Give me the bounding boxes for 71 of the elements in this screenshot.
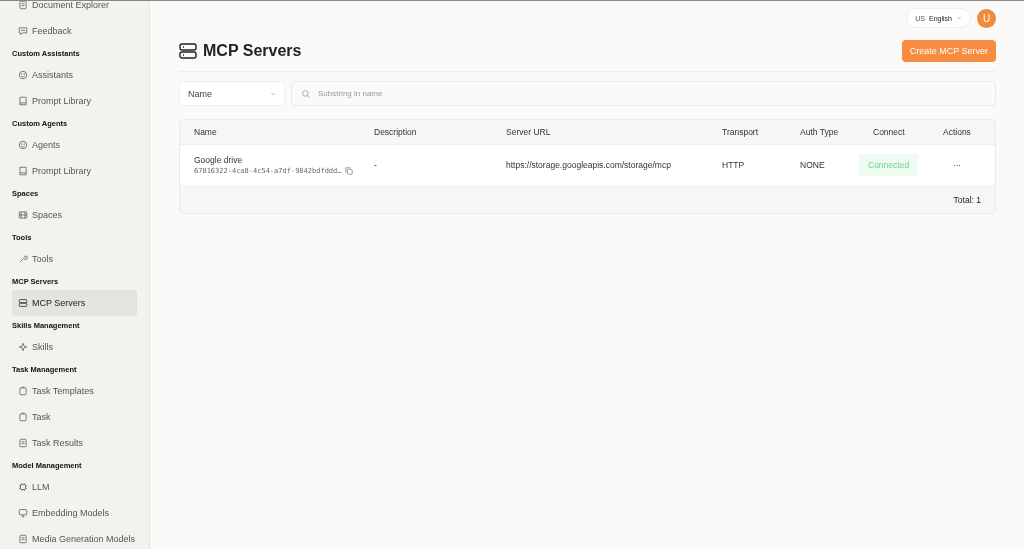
sidebar-item[interactable]: Assistants	[12, 62, 137, 88]
item-label: MCP Servers	[32, 298, 86, 308]
column-header: Connect	[872, 127, 906, 137]
column-header: Auth Type	[799, 127, 840, 137]
clipboard-icon	[18, 386, 28, 396]
status-badge: Connected	[859, 154, 919, 176]
table-cell-text: NONE	[799, 160, 826, 170]
item-label: Task Results	[32, 438, 84, 448]
caret-icon	[270, 90, 276, 97]
item-label: Prompt Library	[32, 166, 92, 176]
item-label: Document Explorer	[32, 1, 110, 10]
sidebar-item[interactable]: MCP Servers	[12, 290, 137, 316]
column-header: Actions	[942, 127, 972, 137]
search-field[interactable]: Substring in name	[291, 81, 996, 106]
smiley-icon	[18, 70, 28, 80]
document-icon	[18, 438, 28, 448]
column-header: Description	[373, 127, 418, 137]
sidebar-item[interactable]: LLM	[12, 474, 137, 500]
sidebar-item[interactable]: Feedback	[12, 18, 137, 44]
item-label: LLM	[32, 482, 50, 492]
column-header: Server URL	[505, 127, 552, 137]
item-label: Agents	[32, 140, 61, 150]
copy-icon[interactable]	[344, 167, 353, 175]
sidebar-item[interactable]: Task	[12, 404, 137, 430]
sidebar-item[interactable]: Media Generation Models	[12, 526, 137, 549]
book-icon	[18, 166, 28, 176]
wrench-icon	[18, 254, 28, 264]
sidebar-item[interactable]: Tools	[12, 246, 137, 272]
book-icon	[18, 96, 28, 106]
film-icon	[18, 210, 28, 220]
column-header: Name	[193, 127, 218, 137]
item-label: Prompt Library	[32, 96, 92, 106]
item-label: Feedback	[32, 26, 72, 36]
item-label: Tools	[32, 254, 53, 264]
more-button[interactable]: ···	[929, 159, 961, 171]
smiley-icon	[18, 140, 28, 150]
document-icon	[18, 1, 28, 10]
total-count: Total: 1	[953, 195, 981, 207]
caret-icon	[956, 15, 962, 21]
sidebar-item[interactable]: Document Explorer	[12, 1, 137, 18]
sidebar-item[interactable]: Task Templates	[12, 378, 137, 404]
sidebar-item[interactable]: Agents	[12, 132, 137, 158]
sidebar-item[interactable]: Embedding Models	[12, 500, 137, 526]
chip-icon	[18, 482, 28, 492]
field-dropdown[interactable]: Name	[179, 81, 285, 106]
monitor-icon	[18, 508, 28, 518]
table-cell-text: HTTP	[721, 160, 746, 170]
page-title: MCP Servers	[203, 42, 302, 60]
clipboard-icon	[18, 412, 28, 422]
item-label: Task Templates	[32, 386, 94, 396]
sidebar-item[interactable]: Prompt Library	[12, 88, 137, 114]
item-label: Spaces	[32, 210, 63, 220]
document-icon	[18, 534, 28, 544]
item-label: Task	[32, 412, 51, 422]
sidebar-item[interactable]: Task Results	[12, 430, 137, 456]
sidebar-item[interactable]: Prompt Library	[12, 158, 137, 184]
table-cell-text: https://storage.googleapis.com/storage/mcp	[505, 160, 672, 170]
item-label: Assistants	[32, 70, 73, 80]
sidebar-item[interactable]: Skills	[12, 334, 137, 360]
sparkle-icon	[18, 342, 28, 352]
item-label: Media Generation Models	[32, 534, 136, 544]
column-header: Transport	[721, 127, 760, 137]
server-icon	[18, 298, 28, 308]
chat-icon	[18, 26, 28, 36]
server-name: Google drive	[194, 155, 244, 165]
search-icon	[301, 88, 311, 99]
item-label: Skills	[32, 342, 53, 352]
sidebar-item[interactable]: Spaces	[12, 202, 137, 228]
table-cell-text: -	[373, 160, 378, 170]
item-label: Embedding Models	[32, 508, 110, 518]
server-icon	[179, 42, 197, 60]
